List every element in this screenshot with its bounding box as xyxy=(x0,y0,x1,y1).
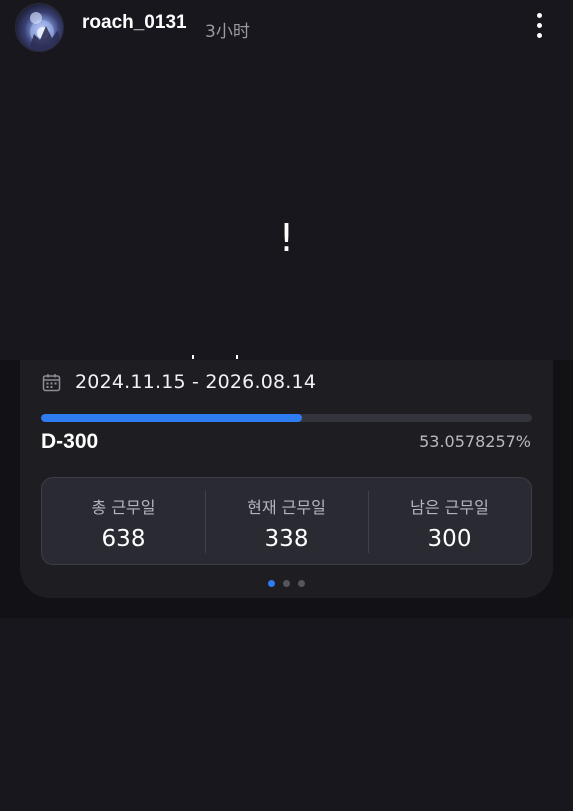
media-text: ! xyxy=(278,216,295,260)
page-indicator[interactable] xyxy=(268,580,308,588)
progress-bar-fill xyxy=(41,414,302,422)
post-media[interactable]: ! xyxy=(0,60,573,360)
stat-current-days: 현재 근무일 338 xyxy=(205,478,368,564)
user-avatar[interactable] xyxy=(15,3,64,52)
page-dot[interactable] xyxy=(268,580,275,587)
post-time: 3小时 xyxy=(205,22,250,42)
more-options-icon[interactable] xyxy=(526,10,554,42)
stat-label: 남은 근무일 xyxy=(410,498,489,517)
stat-remaining-days: 남은 근무일 300 xyxy=(368,478,531,564)
post-header: roach_0131 3小时 xyxy=(0,0,573,60)
calendar-icon xyxy=(42,374,61,392)
stat-value: 300 xyxy=(427,526,472,552)
stat-total-days: 총 근무일 638 xyxy=(42,478,205,564)
progress-bar xyxy=(41,414,532,422)
date-range: 2024.11.15 - 2026.08.14 xyxy=(75,371,317,393)
story-post: roach_0131 3小时 ! 2024.11.15 - 2026.08.14… xyxy=(0,0,573,811)
page-dot[interactable] xyxy=(283,580,290,587)
stat-value: 638 xyxy=(101,526,146,552)
stat-label: 총 근무일 xyxy=(91,498,156,517)
progress-percent: 53.0578257% xyxy=(419,432,531,451)
stat-label: 현재 근무일 xyxy=(247,498,326,517)
username[interactable]: roach_0131 xyxy=(82,12,187,34)
page-dot[interactable] xyxy=(298,580,305,587)
fold-artifact xyxy=(190,355,250,363)
d-day-label: D-300 xyxy=(41,430,99,453)
work-days-stats: 총 근무일 638 현재 근무일 338 남은 근무일 300 xyxy=(41,477,532,565)
stat-value: 338 xyxy=(264,526,309,552)
